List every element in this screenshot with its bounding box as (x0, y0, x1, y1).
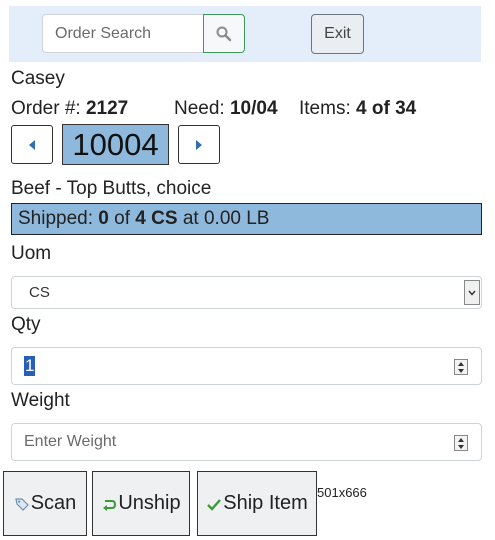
next-item-button[interactable] (178, 125, 220, 164)
checkmark-icon (207, 498, 222, 511)
spin-up-icon[interactable] (458, 437, 464, 442)
need-date-value: 10/04 (229, 98, 278, 119)
items-count: Items: 4 of 34 (299, 98, 416, 120)
weight-label: Weight (11, 390, 70, 411)
triangle-left-icon (29, 139, 35, 150)
ship-item-label: Ship Item (223, 492, 308, 514)
search-button[interactable] (203, 14, 245, 53)
need-date: Need: 10/04 (174, 98, 278, 120)
spin-down-icon[interactable] (458, 368, 464, 373)
unship-label: Unship (118, 492, 181, 514)
triangle-right-icon (196, 139, 202, 150)
search-icon (216, 26, 232, 41)
shipped-qty: 0 (98, 208, 109, 229)
tag-icon (14, 497, 29, 511)
weight-input[interactable]: Enter Weight (11, 423, 482, 461)
screen-size-text: 501x666 (317, 485, 367, 500)
items-count-label: Items: (299, 98, 351, 119)
spin-up-icon[interactable] (458, 361, 464, 366)
spin-down-icon[interactable] (458, 444, 464, 449)
item-code-display: 10004 (62, 124, 169, 165)
uom-select[interactable]: CS (11, 276, 482, 309)
order-number: Order #: 2127 (11, 98, 128, 120)
uom-label: Uom (11, 243, 52, 264)
qty-input[interactable]: 1 (11, 347, 482, 385)
ordered-qty: 4 CS (135, 208, 178, 229)
weight-spinner[interactable] (454, 435, 468, 451)
qty-value: 1 (24, 356, 36, 376)
qty-spinner[interactable] (454, 359, 468, 375)
shipped-weight: 0.00 LB (203, 208, 270, 229)
qty-label: Qty (11, 314, 41, 335)
order-search-input[interactable] (42, 14, 204, 53)
scan-button[interactable]: Scan (3, 471, 87, 536)
items-count-value: 4 of 34 (356, 98, 417, 119)
unship-button[interactable]: Unship (92, 471, 190, 536)
at-text: at (182, 208, 199, 229)
undo-arrow-icon (103, 499, 117, 511)
item-description: Beef - Top Butts, choice (11, 178, 212, 199)
chevron-down-icon[interactable] (464, 280, 480, 305)
ship-item-button[interactable]: Ship Item (197, 471, 317, 536)
customer-name: Casey (11, 68, 65, 89)
order-number-value: 2127 (85, 98, 129, 119)
weight-placeholder: Enter Weight (24, 433, 117, 450)
need-date-label: Need: (174, 98, 225, 119)
shipped-label: Shipped: (18, 208, 94, 229)
exit-button[interactable]: Exit (311, 14, 364, 54)
order-number-label: Order #: (11, 98, 81, 119)
uom-selected-value: CS (29, 284, 50, 301)
previous-item-button[interactable] (11, 125, 53, 164)
scan-label: Scan (30, 492, 77, 514)
shipped-status-bar: Shipped: 0 of 4 CS at 0.00 LB (11, 203, 482, 235)
of-text: of (114, 208, 131, 229)
